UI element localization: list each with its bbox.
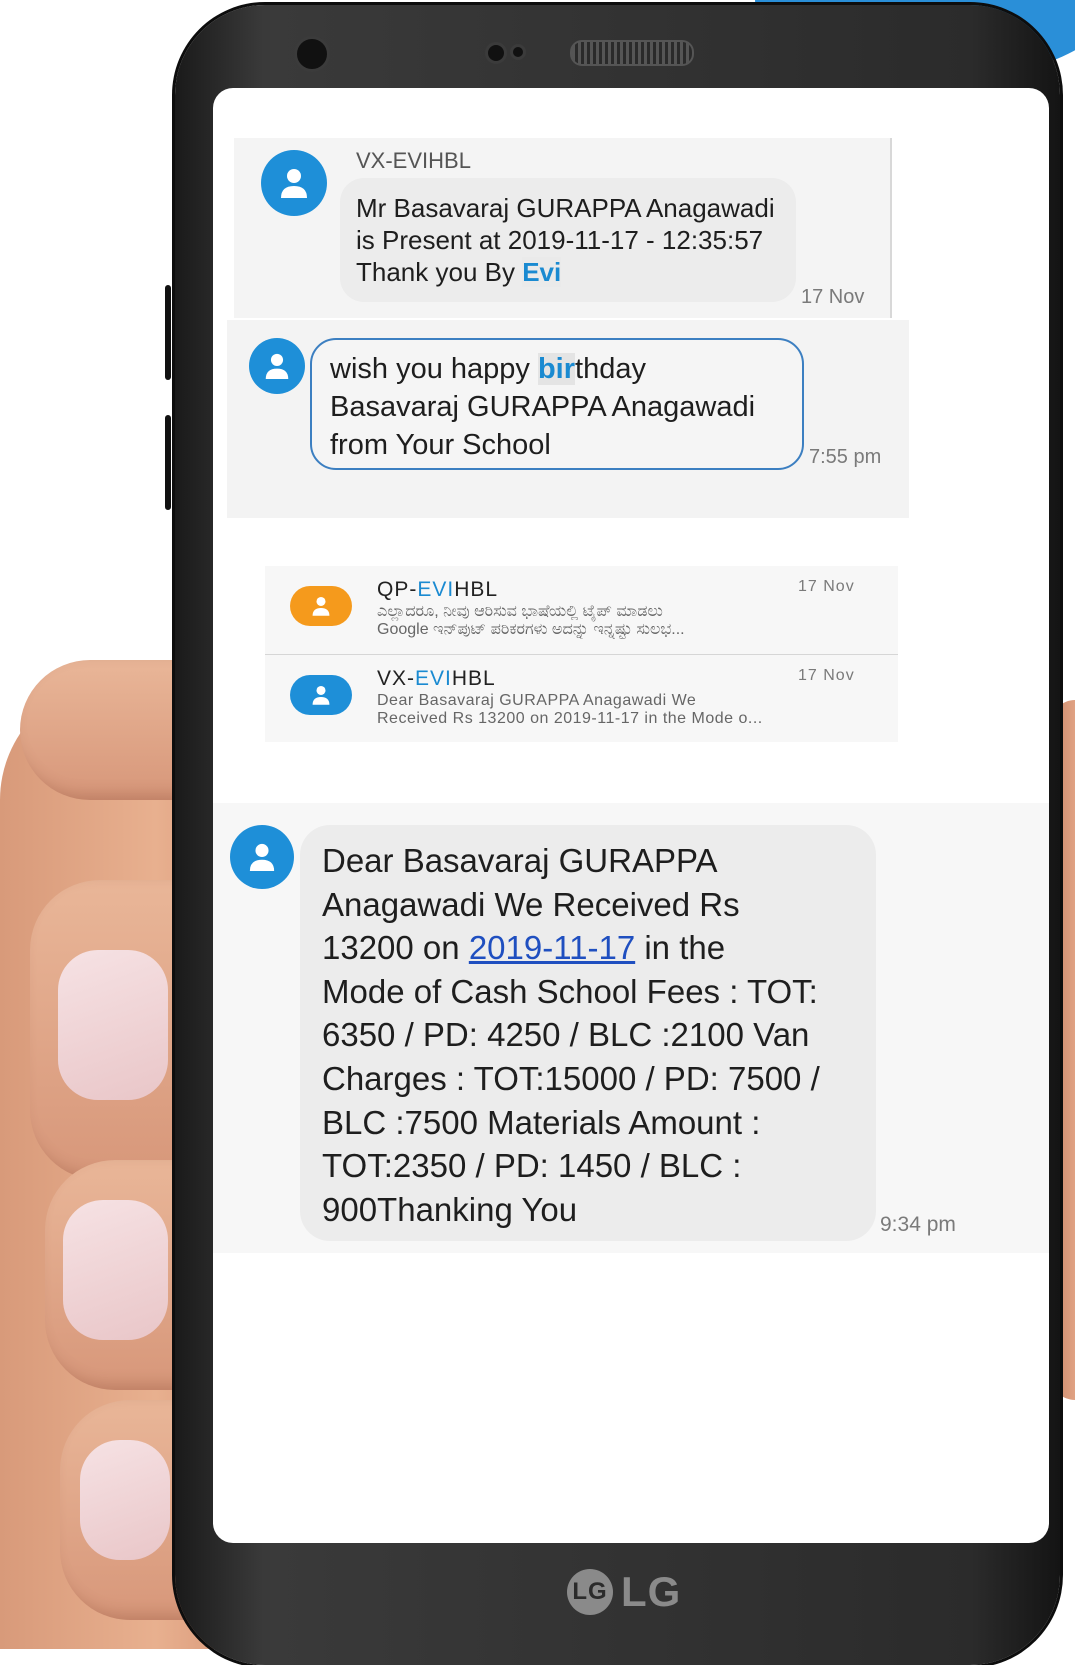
message-text: in the xyxy=(635,929,726,967)
earpiece-speaker xyxy=(570,40,694,66)
volume-up-button[interactable] xyxy=(165,285,171,380)
sender-name: VX-EVIHBL xyxy=(356,148,471,173)
message-line: TOT:2350 / PD: 1450 / BLC : xyxy=(322,1147,742,1185)
message-line: from Your School xyxy=(330,429,551,461)
brand-logo-text: LG xyxy=(621,1568,682,1615)
message-card[interactable]: VX-EVIHBL Mr Basavaraj GURAPPA Anagawadi… xyxy=(234,138,892,318)
lg-logo-icon: LG xyxy=(567,1569,613,1615)
highlight-text: Evi xyxy=(522,257,562,287)
conversation-date: 17 Nov xyxy=(798,667,855,684)
phone-screen: VX-EVIHBL Mr Basavaraj GURAPPA Anagawadi… xyxy=(213,88,1049,1543)
message-line: wish you happy birthday xyxy=(330,350,784,388)
message-line: 13200 on 2019-11-17 in the xyxy=(322,926,854,970)
conversation-preview: Dear Basavaraj GURAPPA Anagawadi We Rece… xyxy=(377,692,887,728)
message-text: Thank you By xyxy=(356,257,523,287)
preview-line: Google ಇನ್‌ಪುಟ್ ಪರಿಕರಗಳು ಅದನ್ನು ಇನ್ನಷ್ಟು… xyxy=(377,621,685,638)
message-text: wish you happy xyxy=(330,353,538,385)
message-line: BLC :7500 Materials Amount : xyxy=(322,1103,761,1141)
message-line: Thank you By Evi xyxy=(356,256,780,288)
message-time: 17 Nov xyxy=(801,286,865,308)
person-icon xyxy=(290,675,352,715)
message-card[interactable]: Dear Basavaraj GURAPPA Anagawadi We Rece… xyxy=(213,803,1049,1253)
highlight-text: bir xyxy=(537,353,576,385)
brand-logo: LG LG xyxy=(567,1568,681,1616)
message-line: Basavaraj GURAPPA Anagawadi xyxy=(330,391,756,423)
message-bubble[interactable]: Mr Basavaraj GURAPPA Anagawadi is Presen… xyxy=(340,178,796,302)
front-camera-icon xyxy=(294,36,330,72)
highlight-text: EVI xyxy=(415,667,452,690)
message-line: Mr Basavaraj GURAPPA Anagawadi xyxy=(356,193,775,223)
sender-text: QP- xyxy=(377,578,418,601)
sender-text: HBL xyxy=(451,667,496,690)
sender-text: VX- xyxy=(377,667,416,690)
conversation-list: QP-EVIHBL 17 Nov ಎಲ್ಲಾದರೂ, ನೀವು ಆರಿಸುವ ಭ… xyxy=(265,566,898,742)
date-link[interactable]: 2019-11-17 xyxy=(469,929,635,966)
message-text: thday xyxy=(575,353,646,385)
volume-down-button[interactable] xyxy=(165,415,171,510)
proximity-sensor xyxy=(485,42,507,64)
person-icon xyxy=(230,825,294,889)
message-line: Anagawadi We Received Rs xyxy=(322,885,740,923)
person-icon xyxy=(290,586,352,626)
conversation-preview: ಎಲ್ಲಾದರೂ, ನೀವು ಆರಿಸುವ ಭಾಷೆಯಲ್ಲಿ ಟೈಪ್ ಮಾಡ… xyxy=(377,603,887,639)
message-line: 900Thanking You xyxy=(322,1190,578,1228)
preview-line: Dear Basavaraj GURAPPA Anagawadi We xyxy=(377,692,697,709)
preview-line: ಎಲ್ಲಾದರೂ, ನೀವು ಆರಿಸುವ ಭಾಷೆಯಲ್ಲಿ ಟೈಪ್ ಮಾಡ… xyxy=(377,603,663,620)
person-icon xyxy=(261,150,327,216)
message-line: is Present at 2019-11-17 - 12:35:57 xyxy=(356,225,764,255)
person-icon xyxy=(249,338,305,394)
conversation-sender: VX-EVIHBL xyxy=(377,667,496,691)
message-time: 9:34 pm xyxy=(880,1213,956,1236)
message-time: 7:55 pm xyxy=(809,446,882,468)
message-line: 6350 / PD: 4250 / BLC :2100 Van xyxy=(322,1016,810,1054)
message-text: 13200 on xyxy=(322,929,469,967)
sender-text: HBL xyxy=(454,578,499,601)
light-sensor xyxy=(510,44,526,60)
message-line: Mode of Cash School Fees : TOT: xyxy=(322,972,818,1010)
preview-line: Received Rs 13200 on 2019-11-17 in the M… xyxy=(377,710,763,727)
message-bubble[interactable]: wish you happy birthday Basavaraj GURAPP… xyxy=(310,338,804,470)
message-line: Dear Basavaraj GURAPPA xyxy=(322,842,718,879)
message-card[interactable]: wish you happy birthday Basavaraj GURAPP… xyxy=(227,320,909,518)
conversation-sender: QP-EVIHBL xyxy=(377,578,498,602)
conversation-item[interactable]: QP-EVIHBL 17 Nov ಎಲ್ಲಾದರೂ, ನೀವು ಆರಿಸುವ ಭ… xyxy=(265,566,898,655)
highlight-text: EVI xyxy=(417,578,455,601)
conversation-item[interactable]: VX-EVIHBL 17 Nov Dear Basavaraj GURAPPA … xyxy=(265,655,898,742)
message-line: Charges : TOT:15000 / PD: 7500 / xyxy=(322,1059,820,1097)
message-bubble[interactable]: Dear Basavaraj GURAPPA Anagawadi We Rece… xyxy=(300,825,876,1241)
conversation-date: 17 Nov xyxy=(798,578,855,595)
